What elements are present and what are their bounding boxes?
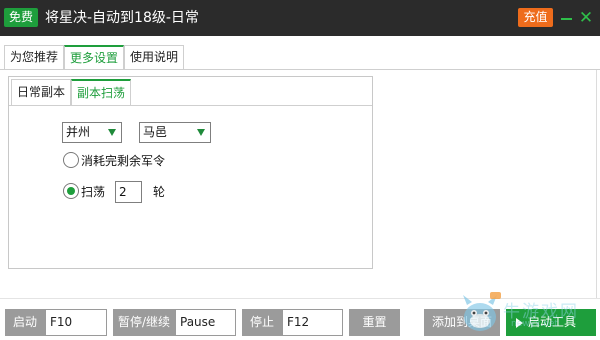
pause-hotkey-input[interactable]: Pause — [175, 309, 236, 336]
tab-daily-dungeon[interactable]: 日常副本 — [11, 79, 72, 106]
tab-recommend[interactable]: 为您推荐 — [4, 45, 65, 70]
stop-button[interactable]: 停止 — [242, 309, 282, 336]
reset-button[interactable]: 重置 — [349, 309, 400, 336]
play-icon — [516, 318, 523, 328]
sub-tab-divider — [9, 105, 372, 106]
sweep-unit: 轮 — [153, 185, 166, 199]
panel-border — [596, 70, 597, 298]
stop-hotkey-input[interactable]: F12 — [282, 309, 343, 336]
sub-tab-bar: 日常副本 副本扫荡 — [9, 77, 372, 106]
sweep-option-row[interactable]: 扫荡 — [63, 182, 123, 202]
consume-radio[interactable] — [63, 152, 79, 168]
launch-tool-button[interactable]: 启动工具 — [506, 309, 596, 336]
region-select-value: 并州 — [66, 125, 91, 139]
bottom-bar: 启动 F10 暂停/继续 Pause 停止 F12 重置 添加到桌面 启动工具 — [0, 298, 600, 340]
city-select-value: 马邑 — [143, 125, 168, 139]
start-hotkey-input[interactable]: F10 — [45, 309, 107, 336]
close-icon[interactable]: ✕ — [578, 9, 594, 27]
pause-resume-button[interactable]: 暂停/继续 — [113, 309, 175, 336]
tab-more-settings[interactable]: 更多设置 — [64, 45, 125, 70]
window-title: 将星决-自动到18级-日常 — [45, 10, 199, 26]
city-select[interactable]: 马邑 — [139, 122, 211, 143]
sweep-radio[interactable] — [63, 183, 79, 199]
chevron-down-icon — [197, 129, 205, 136]
chevron-down-icon — [108, 129, 116, 136]
recharge-button[interactable]: 充值 — [518, 8, 553, 27]
sweep-count-input[interactable]: 2 — [115, 181, 142, 203]
consume-option-row[interactable]: 消耗完剩余军令 — [63, 151, 213, 171]
minimize-icon[interactable] — [560, 9, 574, 27]
free-badge: 免费 — [4, 8, 38, 27]
settings-panel: 日常副本 副本扫荡 并州 马邑 消耗完剩余军令 扫荡 2 轮 — [8, 76, 373, 269]
region-select[interactable]: 并州 — [62, 122, 122, 143]
tab-instructions[interactable]: 使用说明 — [124, 45, 185, 70]
main-tab-bar: 为您推荐 更多设置 使用说明 — [0, 36, 600, 70]
title-bar: 免费 将星决-自动到18级-日常 充值 ✕ — [0, 0, 600, 36]
start-button[interactable]: 启动 — [5, 309, 45, 336]
sweep-option-label: 扫荡 — [81, 185, 106, 199]
add-to-desktop-button[interactable]: 添加到桌面 — [424, 309, 500, 336]
launch-tool-label: 启动工具 — [528, 315, 577, 329]
tab-dungeon-sweep[interactable]: 副本扫荡 — [71, 79, 132, 106]
consume-option-label: 消耗完剩余军令 — [81, 154, 166, 168]
tab-divider — [0, 69, 600, 70]
